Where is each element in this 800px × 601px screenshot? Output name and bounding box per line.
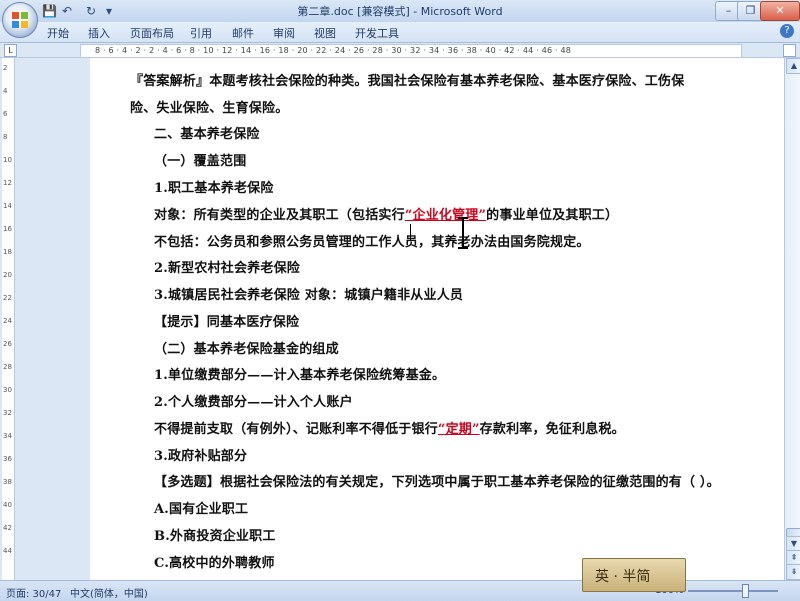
line-text: 的事业单位及其职工）: [486, 208, 619, 223]
vruler-number: 34: [3, 432, 12, 440]
ribbon-tabs: 开始 插入 页面布局 引用 邮件 审阅 视图 开发工具 ?: [0, 22, 800, 43]
vruler-number: 16: [3, 225, 12, 233]
ruler-numbers: 8 · 6 · 4 · 2 · 2 · 4 · 6 · 8 · 10 · 12 …: [95, 46, 572, 55]
tab-view[interactable]: 视图: [314, 25, 336, 41]
language-indicator[interactable]: 中文(简体，中国): [70, 585, 148, 600]
document-line: A.国有企业职工: [154, 502, 249, 517]
ruler-bar: L 8 · 6 · 4 · 2 · 2 · 4 · 6 · 8 · 10 · 1…: [0, 43, 800, 58]
tab-insert[interactable]: 插入: [88, 25, 110, 41]
highlighted-term: “定期”: [437, 422, 480, 437]
document-line: 2.个人缴费部分——计入个人账户: [154, 395, 353, 410]
ibeam-cursor-icon: [458, 217, 468, 249]
vruler-number: 42: [3, 524, 12, 532]
vruler-number: 18: [3, 248, 12, 256]
zoom-slider[interactable]: [688, 590, 778, 592]
vruler-number: 28: [3, 363, 12, 371]
vruler-number: 6: [3, 110, 8, 118]
vruler-number: 26: [3, 340, 12, 348]
window-title: 第二章.doc [兼容模式] - Microsoft Word: [297, 5, 503, 18]
document-line: （一）覆盖范围: [154, 154, 247, 169]
vruler-number: 4: [3, 87, 8, 95]
vertical-scrollbar[interactable]: ▲ ▼ ⇞ ⇟: [784, 58, 800, 580]
document-line: 【提示】同基本医疗保险: [154, 315, 300, 330]
document-line: 险、失业保险、生育保险。: [130, 101, 289, 116]
document-line: 2.新型农村社会养老保险: [154, 261, 300, 276]
document-line: 3.城镇居民社会养老保险 对象：城镇户籍非从业人员: [154, 288, 464, 303]
document-line: C.高校中的外聘教师: [154, 556, 275, 571]
vruler-number: 36: [3, 455, 12, 463]
vruler-number: 22: [3, 294, 12, 302]
document-line: 【多选题】根据社会保险法的有关规定，下列选项中属于职工基本养老保险的征缴范围的有…: [154, 475, 720, 490]
document-line: 3.政府补贴部分: [154, 449, 248, 464]
vertical-ruler[interactable]: 2 4 6 8 10 12 14 16 18 20 22 24 26 28 30 32 34 36 38 40 42 44: [2, 58, 15, 580]
tab-developer[interactable]: 开发工具: [355, 25, 399, 41]
document-page[interactable]: 『答案解析』本题考核社会保险的种类。我国社会保险有基本养老保险、基本医疗保险、工…: [90, 58, 784, 580]
vruler-number: 8: [3, 133, 8, 141]
tab-references[interactable]: 引用: [190, 25, 212, 41]
document-line: （二）基本养老保险基金的组成: [154, 342, 339, 357]
line-text: 存款利率，免征利息税。: [479, 422, 625, 437]
office-logo-icon: [12, 12, 28, 28]
horizontal-ruler[interactable]: 8 · 6 · 4 · 2 · 2 · 4 · 6 · 8 · 10 · 12 …: [80, 44, 742, 58]
next-page-button[interactable]: ⇟: [786, 564, 800, 580]
document-line: 对象：所有类型的企业及其职工（包括实行“企业化管理”的事业单位及其职工）: [154, 204, 618, 223]
vruler-number: 44: [3, 547, 12, 555]
tab-review[interactable]: 审阅: [273, 25, 295, 41]
view-ruler-icon[interactable]: [783, 44, 796, 57]
scroll-up-button[interactable]: ▲: [786, 58, 800, 74]
vruler-number: 38: [3, 478, 12, 486]
highlighted-term: “企业化管理”: [404, 208, 487, 223]
office-button[interactable]: [2, 2, 38, 38]
line-text: 对象：所有类型的企业及其职工（包括实行: [154, 208, 405, 223]
ime-toolbar[interactable]: 英 · 半简: [582, 558, 686, 592]
vruler-number: 32: [3, 409, 12, 417]
document-line: 『答案解析』本题考核社会保险的种类。我国社会保险有基本养老保险、基本医疗保险、工…: [130, 74, 685, 89]
document-line: 二、基本养老保险: [154, 127, 260, 142]
tab-page-layout[interactable]: 页面布局: [130, 25, 174, 41]
document-line: 不得提前支取（有例外）、记账利率不得低于银行“定期”存款利率，免征利息税。: [154, 418, 625, 437]
left-margin-area: 2 4 6 8 10 12 14 16 18 20 22 24 26 28 30 32 34 36 38 40 42 44: [0, 58, 90, 580]
document-line: B.外商投资企业职工: [154, 529, 276, 544]
vruler-number: 10: [3, 156, 12, 164]
tab-home[interactable]: 开始: [47, 25, 69, 41]
vruler-number: 14: [3, 202, 12, 210]
vruler-number: 2: [3, 64, 8, 72]
tab-selector-button[interactable]: L: [4, 44, 17, 57]
line-text: 不得提前支取（有例外）、记账利率不得低于银行: [154, 422, 438, 437]
vruler-number: 40: [3, 501, 12, 509]
page-indicator[interactable]: 页面: 30/47: [6, 585, 61, 600]
tab-mailings[interactable]: 邮件: [232, 25, 254, 41]
vruler-number: 20: [3, 271, 12, 279]
text-caret: [410, 224, 411, 240]
document-line: 1.职工基本养老保险: [154, 181, 274, 196]
ime-mode-label: 英 · 半简: [595, 569, 651, 585]
zoom-slider-thumb[interactable]: [742, 584, 749, 598]
help-icon[interactable]: ?: [780, 24, 794, 38]
document-line: 不包括：公务员和参照公务员管理的工作人员，其养老办法由国务院规定。: [154, 235, 590, 250]
vruler-number: 12: [3, 179, 12, 187]
document-line: 1.单位缴费部分——计入基本养老保险统筹基金。: [154, 368, 446, 383]
vruler-number: 30: [3, 386, 12, 394]
vruler-number: 24: [3, 317, 12, 325]
title-bar: 💾 ↶ ↻ ▾ 第二章.doc [兼容模式] - Microsoft Word …: [0, 0, 800, 23]
close-button[interactable]: ✕: [760, 1, 800, 21]
